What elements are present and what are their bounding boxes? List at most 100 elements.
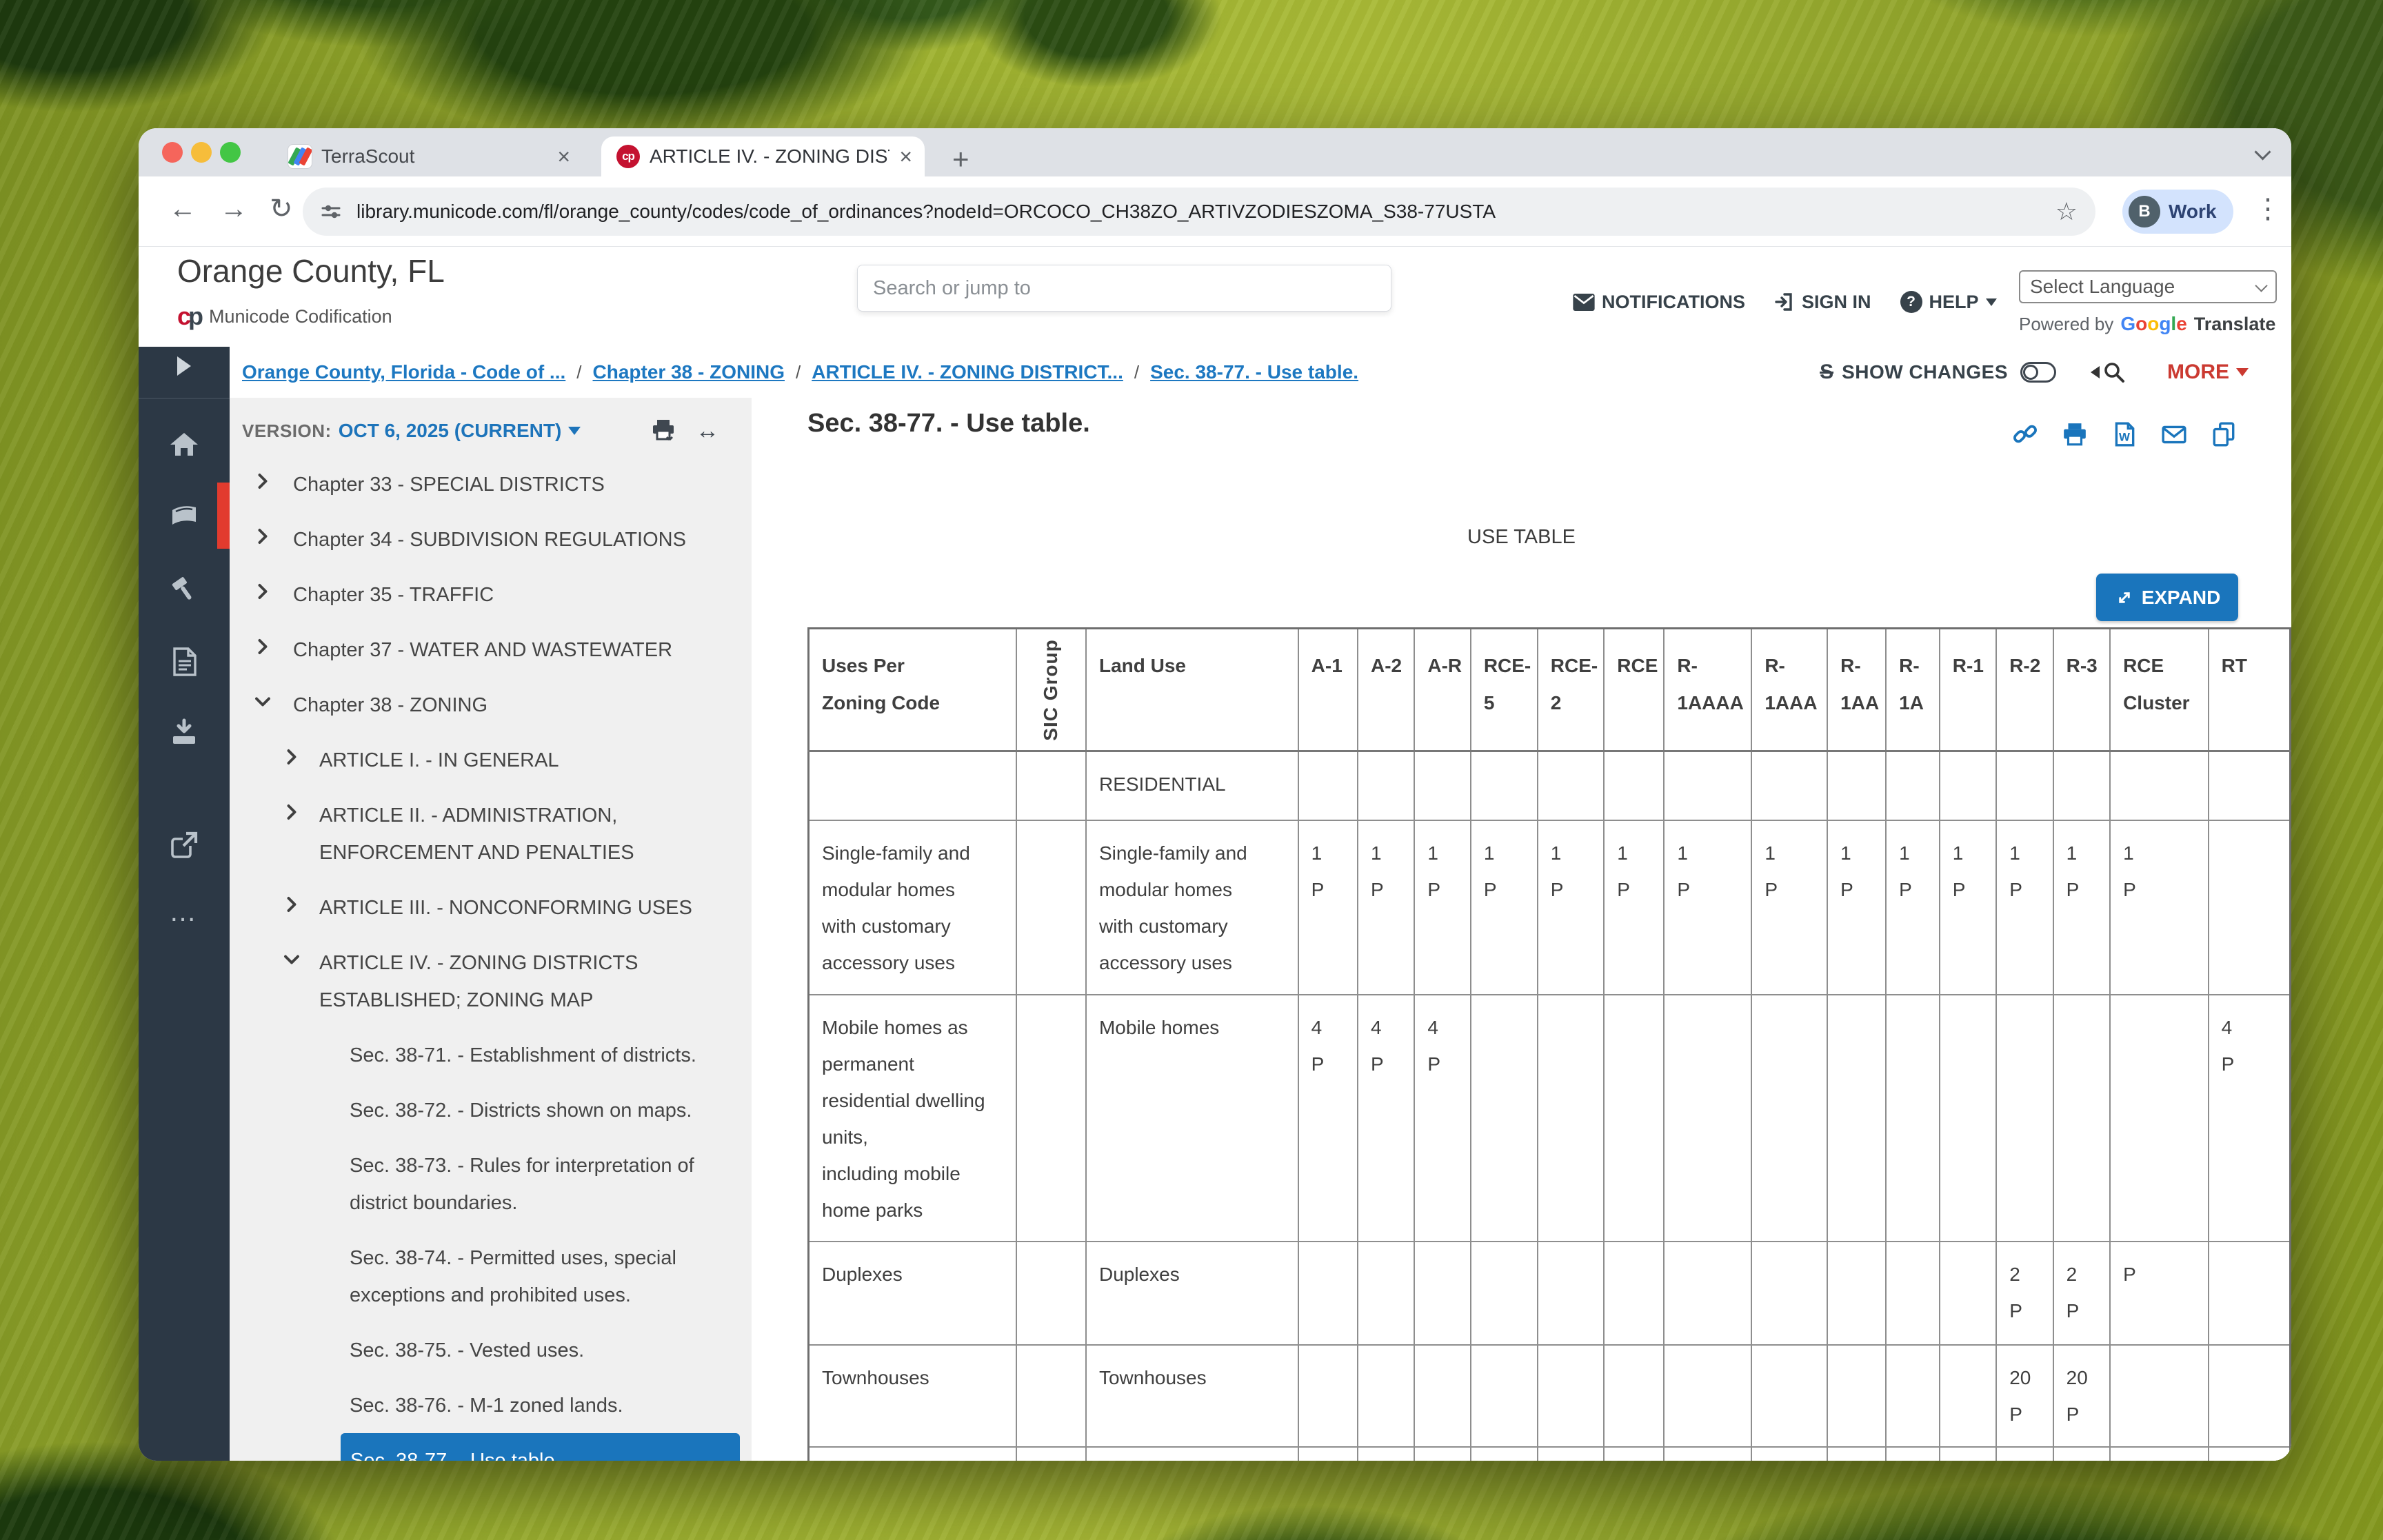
value-cell	[1604, 995, 1664, 1242]
sidebar-expand-button[interactable]	[139, 356, 230, 376]
new-tab-button[interactable]: +	[952, 145, 969, 174]
column-header: R- 1AA	[1827, 629, 1886, 751]
sidebar-item-home[interactable]	[139, 429, 230, 460]
tab-terrascout[interactable]: TerraScout ×	[273, 136, 583, 176]
chevron-right-icon[interactable]	[283, 803, 304, 826]
notifications-button[interactable]: NOTIFICATIONS	[1573, 292, 1745, 313]
toc-item[interactable]: ARTICLE IV. - ZONING DISTRICTS ESTABLISH…	[230, 935, 752, 1028]
sidebar-item-ordinances[interactable]	[139, 574, 230, 606]
chevron-right-icon[interactable]	[283, 895, 304, 918]
toc-item[interactable]: Chapter 38 - ZONING	[230, 678, 752, 733]
back-button[interactable]: ←	[169, 195, 197, 223]
more-menu[interactable]: MORE	[2167, 361, 2249, 384]
value-cell	[1940, 1447, 1996, 1461]
toc-item[interactable]: Chapter 34 - SUBDIVISION REGULATIONS	[230, 512, 752, 567]
sidebar-item-more[interactable]: …	[139, 897, 230, 928]
table-row	[809, 1447, 2291, 1461]
permalink-icon[interactable]	[2012, 421, 2038, 447]
word-download-icon[interactable]: W	[2111, 421, 2138, 447]
value-cell	[1751, 1447, 1827, 1461]
help-menu[interactable]: ? HELP	[1900, 291, 1997, 313]
notifications-label: NOTIFICATIONS	[1602, 292, 1745, 313]
caret-down-icon	[2236, 368, 2249, 376]
table-caption: USE TABLE	[752, 526, 2291, 549]
site-settings-icon[interactable]	[321, 201, 341, 222]
value-cell: 1 P	[1471, 820, 1538, 995]
browser-menu-button[interactable]: ⋮	[2254, 193, 2282, 225]
value-cell	[1827, 1447, 1886, 1461]
site-subtitle: Municode Codification	[209, 306, 392, 327]
toc-item[interactable]: Sec. 38-72. - Districts shown on maps.	[230, 1083, 752, 1138]
toc-item-label: Sec. 38-72. - Districts shown on maps.	[350, 1092, 738, 1129]
search-input[interactable]: Search or jump to	[857, 265, 1391, 312]
breadcrumb-link[interactable]: Orange County, Florida - Code of ...	[242, 361, 565, 383]
browser-toolbar: ← → ↻ library.municode.com/fl/orange_cou…	[139, 176, 2291, 247]
toc-item[interactable]: Sec. 38-76. - M-1 zoned lands.	[230, 1378, 752, 1433]
value-cell	[1886, 1345, 1940, 1447]
value-cell	[1604, 1242, 1664, 1345]
toc-item[interactable]: Sec. 38-77. - Use table.	[341, 1433, 740, 1461]
search-in-document-button[interactable]	[2091, 361, 2126, 384]
svg-text:W: W	[2119, 431, 2130, 444]
browser-profile-button[interactable]: B Work	[2122, 190, 2233, 234]
toc-item[interactable]: Sec. 38-74. - Permitted uses, special ex…	[230, 1230, 752, 1323]
toc-item[interactable]: ARTICLE III. - NONCONFORMING USES	[230, 880, 752, 935]
window-close-button[interactable]	[162, 142, 183, 163]
toc-item[interactable]: ARTICLE II. - ADMINISTRATION, ENFORCEMEN…	[230, 788, 752, 880]
resize-panel-icon[interactable]: ↔	[696, 418, 719, 445]
version-selector[interactable]: OCT 6, 2025 (CURRENT)	[339, 420, 562, 442]
chevron-right-icon[interactable]	[283, 748, 304, 771]
value-cell: 1 P	[2110, 820, 2209, 995]
show-changes-toggle[interactable]: S SHOW CHANGES	[1820, 361, 2056, 384]
toc-item[interactable]: Sec. 38-75. - Vested uses.	[230, 1323, 752, 1378]
sidebar-item-documents[interactable]	[139, 646, 230, 678]
toc-item[interactable]: Chapter 35 - TRAFFIC	[230, 567, 752, 622]
google-logo: Google	[2120, 313, 2186, 335]
url-text[interactable]: library.municode.com/fl/orange_county/co…	[356, 201, 2055, 223]
value-cell	[1016, 1447, 1086, 1461]
toc-item[interactable]: Chapter 33 - SPECIAL DISTRICTS	[230, 457, 752, 512]
email-icon[interactable]	[2161, 421, 2187, 447]
copy-icon[interactable]	[2211, 421, 2237, 447]
tab-search-button[interactable]	[2257, 146, 2269, 161]
use-table-container[interactable]: Uses Per Zoning CodeSIC GroupLand UseA-1…	[807, 627, 2291, 1461]
chevron-down-icon[interactable]	[254, 693, 275, 716]
print-toc-icon[interactable]	[650, 418, 676, 444]
toc-item[interactable]: Sec. 38-71. - Establishment of districts…	[230, 1028, 752, 1083]
value-cell	[1751, 751, 1827, 820]
value-cell	[1538, 1345, 1604, 1447]
tab-zoning-article[interactable]: cp ARTICLE IV. - ZONING DISTR ×	[601, 136, 925, 176]
chevron-right-icon[interactable]	[254, 638, 275, 660]
reload-button[interactable]: ↻	[270, 195, 293, 223]
print-icon[interactable]	[2062, 421, 2088, 447]
chevron-right-icon[interactable]	[254, 472, 275, 495]
address-bar[interactable]: library.municode.com/fl/orange_county/co…	[303, 188, 2095, 236]
expand-table-button[interactable]: EXPAND	[2096, 574, 2238, 621]
window-minimize-button[interactable]	[191, 142, 212, 163]
window-zoom-button[interactable]	[220, 142, 241, 163]
help-icon: ?	[1900, 291, 1922, 313]
chevron-right-icon[interactable]	[254, 527, 275, 550]
toc-item[interactable]: ARTICLE I. - IN GENERAL	[230, 733, 752, 788]
sidebar-item-downloads[interactable]	[139, 718, 230, 748]
value-cell	[1996, 995, 2053, 1242]
toc-item[interactable]: Sec. 38-73. - Rules for interpretation o…	[230, 1138, 752, 1230]
bookmark-star-icon[interactable]: ☆	[2055, 197, 2078, 226]
sidebar-item-external-link[interactable]	[139, 829, 230, 860]
value-cell	[1298, 1345, 1358, 1447]
toc-item[interactable]: Chapter 37 - WATER AND WASTEWATER	[230, 622, 752, 678]
close-icon[interactable]: ×	[557, 145, 570, 168]
forward-button[interactable]: →	[220, 195, 248, 223]
value-cell	[1414, 1447, 1470, 1461]
breadcrumb-link[interactable]: ARTICLE IV. - ZONING DISTRICT...	[812, 361, 1123, 383]
sign-in-button[interactable]: SIGN IN	[1774, 292, 1871, 313]
breadcrumb-link[interactable]: Chapter 38 - ZONING	[593, 361, 785, 383]
app-sidebar: …	[139, 347, 230, 1461]
table-row: RESIDENTIAL	[809, 751, 2291, 820]
language-select[interactable]: Select Language	[2019, 270, 2277, 303]
breadcrumb-link[interactable]: Sec. 38-77. - Use table.	[1150, 361, 1358, 383]
chevron-right-icon[interactable]	[254, 582, 275, 605]
sidebar-item-codes[interactable]	[139, 500, 230, 531]
chevron-down-icon[interactable]	[283, 951, 304, 973]
close-icon[interactable]: ×	[899, 145, 912, 168]
